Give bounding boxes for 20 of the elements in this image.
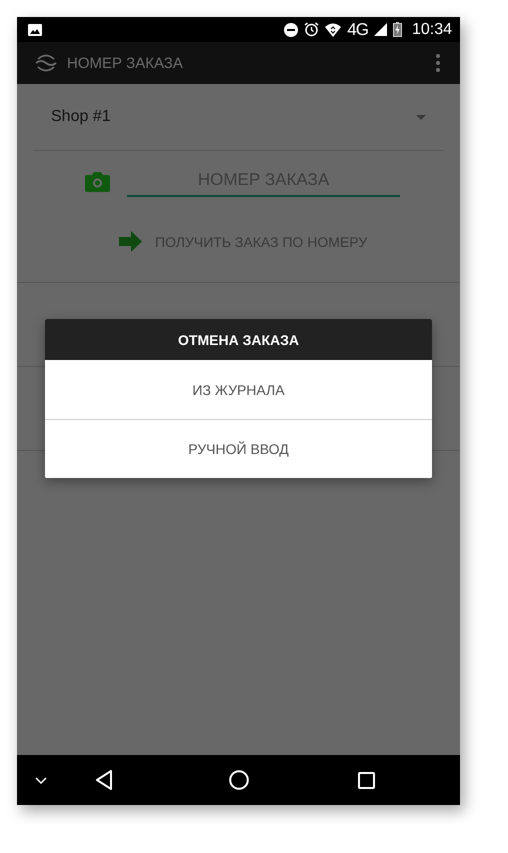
back-icon[interactable] <box>96 770 112 790</box>
dialog-option[interactable]: ИЗ ЖУРНАЛА <box>45 360 432 419</box>
dialog-title: ОТМЕНА ЗАКАЗА <box>45 319 432 360</box>
alarm-icon <box>304 22 320 37</box>
do-not-disturb-icon <box>284 22 298 36</box>
dropdown-caret-icon <box>416 114 426 120</box>
chevron-down-icon[interactable] <box>35 776 47 784</box>
logo-icon <box>35 54 57 72</box>
recents-icon[interactable] <box>358 772 375 788</box>
picture-icon <box>28 24 42 36</box>
dialog-option[interactable]: РУЧНОЙ ВВОД <box>45 419 432 478</box>
arrow-right-icon <box>119 231 142 252</box>
home-icon[interactable] <box>229 770 249 790</box>
network-type: 4G <box>347 20 368 40</box>
signal-icon <box>374 23 387 36</box>
app-title: НОМЕР ЗАКАЗА <box>67 54 183 72</box>
battery-charging-icon <box>392 22 402 37</box>
more-options-icon[interactable] <box>436 54 440 72</box>
status-time: 10:34 <box>412 20 452 38</box>
wifi-icon <box>325 22 342 36</box>
